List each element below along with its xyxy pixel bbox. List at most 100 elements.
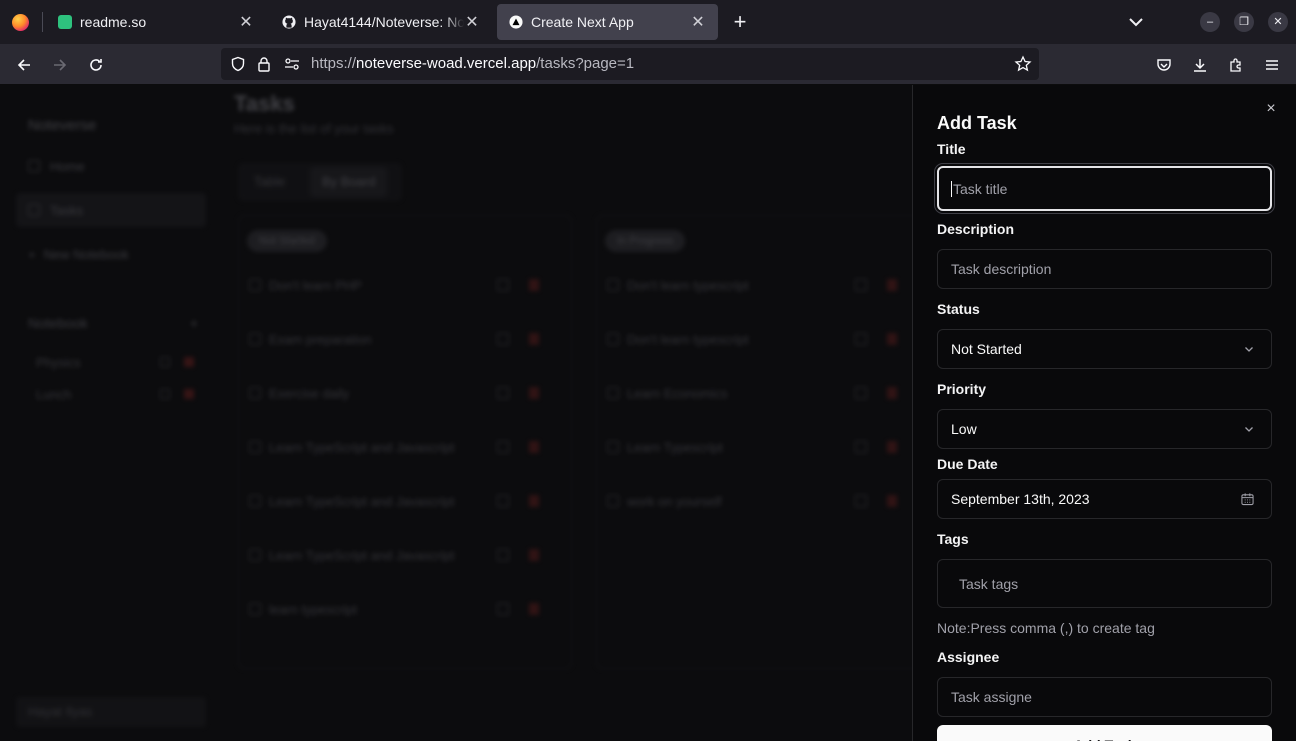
task-checkbox[interactable] xyxy=(607,333,619,345)
extensions-button[interactable] xyxy=(1223,52,1249,78)
edit-icon[interactable] xyxy=(855,495,867,507)
task-item[interactable]: Learn Typescript xyxy=(607,438,907,458)
edit-icon[interactable] xyxy=(497,279,509,291)
delete-icon[interactable] xyxy=(529,495,539,507)
task-item[interactable]: Learn TypeScript and Javascript xyxy=(249,492,549,512)
close-tab-icon[interactable]: ✕ xyxy=(690,12,706,32)
task-checkbox[interactable] xyxy=(249,441,261,453)
task-checkbox[interactable] xyxy=(249,495,261,507)
edit-icon[interactable] xyxy=(855,279,867,291)
delete-icon[interactable] xyxy=(529,549,539,561)
delete-icon[interactable] xyxy=(184,357,194,367)
delete-icon[interactable] xyxy=(887,441,897,453)
task-item[interactable]: Don't learn typescript xyxy=(607,276,907,296)
task-checkbox[interactable] xyxy=(249,333,261,345)
task-item[interactable]: learn typescript xyxy=(249,600,549,620)
tags-input[interactable]: Task tags xyxy=(937,559,1272,608)
close-icon[interactable]: × xyxy=(1263,101,1279,117)
bookmark-star-icon[interactable] xyxy=(1014,55,1032,73)
edit-icon[interactable] xyxy=(497,495,509,507)
delete-icon[interactable] xyxy=(184,389,194,399)
sidebar-item-label: Tasks xyxy=(50,202,84,218)
pocket-button[interactable] xyxy=(1151,52,1177,78)
title-input[interactable]: Task title xyxy=(937,166,1272,211)
due-date-picker[interactable]: September 13th, 2023 xyxy=(937,479,1272,519)
status-select[interactable]: Not Started xyxy=(937,329,1272,369)
url-text[interactable]: https://noteverse-woad.vercel.app/tasks?… xyxy=(311,48,634,80)
task-checkbox[interactable] xyxy=(249,549,261,561)
delete-icon[interactable] xyxy=(529,279,539,291)
task-item[interactable]: Exam preparation xyxy=(249,330,549,350)
downloads-button[interactable] xyxy=(1187,52,1213,78)
url-bar[interactable]: https://noteverse-woad.vercel.app/tasks?… xyxy=(221,48,1039,80)
edit-icon[interactable] xyxy=(497,333,509,345)
delete-icon[interactable] xyxy=(887,279,897,291)
close-window-button[interactable]: ✕ xyxy=(1268,12,1288,32)
shield-icon[interactable] xyxy=(230,56,246,72)
sidebar-item-home[interactable]: Home xyxy=(16,149,206,183)
delete-icon[interactable] xyxy=(887,387,897,399)
edit-icon[interactable] xyxy=(160,357,170,367)
delete-icon[interactable] xyxy=(529,441,539,453)
delete-icon[interactable] xyxy=(529,603,539,615)
firefox-icon[interactable] xyxy=(0,0,40,44)
notebook-item[interactable]: Physics xyxy=(36,355,196,370)
reload-button[interactable] xyxy=(83,52,109,78)
close-tab-icon[interactable]: ✕ xyxy=(238,12,254,32)
browser-tab-github[interactable]: Hayat4144/Noteverse: Notes ✕ xyxy=(270,4,492,40)
description-placeholder: Task description xyxy=(951,261,1052,277)
task-checkbox[interactable] xyxy=(607,279,619,291)
notebook-label: Physics xyxy=(36,355,81,370)
delete-icon[interactable] xyxy=(529,387,539,399)
delete-icon[interactable] xyxy=(887,495,897,507)
delete-icon[interactable] xyxy=(887,333,897,345)
browser-tab-active[interactable]: Create Next App ✕ xyxy=(497,4,718,40)
notebook-item[interactable]: Lunch xyxy=(36,387,196,402)
task-item[interactable]: Don't learn typescript xyxy=(607,330,907,350)
edit-icon[interactable] xyxy=(497,387,509,399)
edit-icon[interactable] xyxy=(855,333,867,345)
list-all-tabs-icon[interactable] xyxy=(1124,10,1148,34)
restore-window-button[interactable]: ❐ xyxy=(1234,12,1254,32)
task-checkbox[interactable] xyxy=(249,279,261,291)
task-title: Exam preparation xyxy=(269,332,372,347)
browser-tab-readme[interactable]: readme.so ✕ xyxy=(46,4,266,40)
lock-icon[interactable] xyxy=(257,56,271,72)
sidebar-item-tasks[interactable]: Tasks xyxy=(16,193,206,227)
task-item[interactable]: Exercise daily xyxy=(249,384,549,404)
minimize-window-button[interactable]: – xyxy=(1200,12,1220,32)
close-tab-icon[interactable]: ✕ xyxy=(464,12,480,32)
tab-table[interactable]: Table xyxy=(242,167,297,197)
add-task-button[interactable]: Add Task xyxy=(937,725,1272,741)
new-tab-button[interactable]: + xyxy=(728,8,752,36)
app-menu-button[interactable] xyxy=(1259,52,1285,78)
permissions-icon[interactable] xyxy=(284,57,300,71)
task-checkbox[interactable] xyxy=(249,387,261,399)
task-item[interactable]: Learn TypeScript and Javascript xyxy=(249,438,549,458)
forward-button[interactable] xyxy=(47,52,73,78)
edit-icon[interactable] xyxy=(497,441,509,453)
sidebar-item-new-notebook[interactable]: + New Notebook xyxy=(16,237,206,271)
task-checkbox[interactable] xyxy=(607,495,619,507)
edit-icon[interactable] xyxy=(160,389,170,399)
task-checkbox[interactable] xyxy=(607,441,619,453)
delete-icon[interactable] xyxy=(529,333,539,345)
edit-icon[interactable] xyxy=(497,549,509,561)
task-checkbox[interactable] xyxy=(607,387,619,399)
description-input[interactable]: Task description xyxy=(937,249,1272,289)
edit-icon[interactable] xyxy=(855,387,867,399)
tab-board[interactable]: By Board xyxy=(310,167,388,197)
user-menu[interactable]: Hayat Ilyas xyxy=(16,697,206,727)
task-item[interactable]: Learn Economics xyxy=(607,384,907,404)
task-item[interactable]: Learn TypeScript and Javascript xyxy=(249,546,549,566)
priority-select[interactable]: Low xyxy=(937,409,1272,449)
task-item[interactable]: Don't learn PHP xyxy=(249,276,549,296)
edit-icon[interactable] xyxy=(855,441,867,453)
task-checkbox[interactable] xyxy=(249,603,261,615)
assignee-input[interactable]: Task assigne xyxy=(937,677,1272,717)
task-item[interactable]: work on yourself xyxy=(607,492,907,512)
sidebar-item-label: New Notebook xyxy=(43,246,129,262)
add-notebook-icon[interactable]: + xyxy=(190,315,198,331)
back-button[interactable] xyxy=(11,52,37,78)
edit-icon[interactable] xyxy=(497,603,509,615)
